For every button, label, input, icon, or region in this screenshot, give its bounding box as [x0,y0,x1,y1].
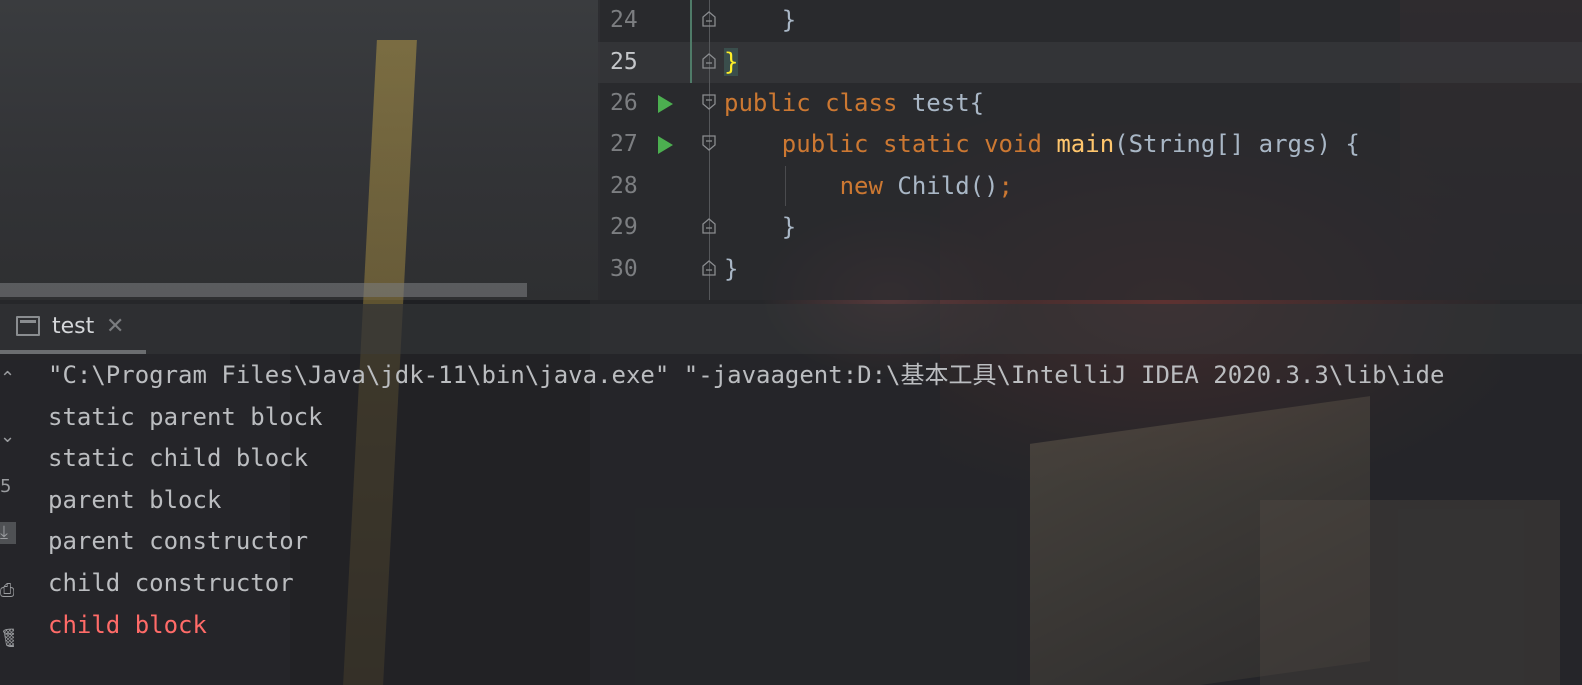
console-output-line: static child block [48,444,309,472]
console-command-line: "C:\Program Files\Java\jdk-11\bin\java.e… [48,361,1445,389]
code-editor[interactable]: 24 } 25 } 26 public class test{ 27 publi… [598,0,1582,300]
editor-line: 29 } [598,207,1582,248]
down-arrow-icon[interactable]: ⌄ [0,426,14,448]
run-tab-test[interactable]: test ✕ [0,304,146,354]
editor-line: 24 } [598,0,1582,41]
wallpaper-left-area [0,0,600,300]
matched-brace: } [724,48,739,76]
run-gutter-icon[interactable] [658,136,673,154]
code-text[interactable]: public static void main(String[] args) { [724,124,1360,165]
console-side-toolbar: ⌃ ⌄ 5 ⤓ ⎙ 🗑 [0,354,20,685]
line-number: 26 [610,90,638,116]
keyword-new: new [839,172,898,200]
fold-end-icon[interactable] [702,260,716,276]
horizontal-scrollbar[interactable] [0,283,527,297]
fold-end-icon[interactable] [702,11,716,27]
semicolon: ; [998,172,1013,200]
code-text[interactable]: new Child(); [724,166,1013,207]
console-error-line: child block [48,611,207,639]
method-params: (String[] args) { [1114,130,1360,158]
keyword-class: class [825,89,912,117]
console-tab-icon [16,316,40,336]
line-number: 29 [610,214,638,240]
fold-start-icon[interactable] [702,94,716,110]
close-icon[interactable]: ✕ [106,314,124,339]
console-output-line: parent block [48,486,222,514]
console-output-line: child constructor [48,569,294,597]
keyword-public: public [781,130,883,158]
scroll-to-end-icon[interactable]: ⤓ [0,522,16,544]
delete-icon[interactable]: 🗑 [0,628,14,650]
method-name: main [1056,130,1115,158]
code-text[interactable]: } [724,42,739,83]
editor-line: 27 public static void main(String[] args… [598,124,1582,165]
fold-start-icon[interactable] [702,135,716,151]
line-number: 24 [610,7,638,33]
editor-line: 30 } [598,249,1582,290]
editor-line: 28 new Child(); [598,166,1582,207]
fold-end-icon[interactable] [702,53,716,69]
editor-line: 26 public class test{ [598,83,1582,124]
run-tab-label: test [52,314,95,339]
up-arrow-icon[interactable]: ⌃ [0,368,14,390]
class-name: test{ [911,89,985,117]
run-console[interactable]: ⌃ ⌄ 5 ⤓ ⎙ 🗑 "C:\Program Files\Java\jdk-1… [0,354,1582,685]
keyword-void: void [984,130,1057,158]
console-output-line: static parent block [48,403,323,431]
run-tool-window-header: test ✕ [0,304,1582,354]
code-text[interactable]: } [724,249,738,290]
keyword-static: static [882,130,985,158]
fold-end-icon[interactable] [702,218,716,234]
code-text[interactable]: public class test{ [724,83,984,124]
editor-line-current: 25 } [598,42,1582,83]
code-text[interactable]: } [724,207,796,248]
line-number: 27 [610,131,638,157]
console-output-line: parent constructor [48,527,309,555]
line-number: 30 [610,256,638,282]
code-text[interactable]: } [724,0,796,41]
keyword-public: public [724,89,826,117]
line-number: 25 [610,49,638,75]
run-gutter-icon[interactable] [658,95,673,113]
constructor-call: Child() [897,172,999,200]
line-number: 28 [610,173,638,199]
soft-wrap-icon[interactable]: 5 [0,476,14,498]
print-icon[interactable]: ⎙ [0,580,14,602]
